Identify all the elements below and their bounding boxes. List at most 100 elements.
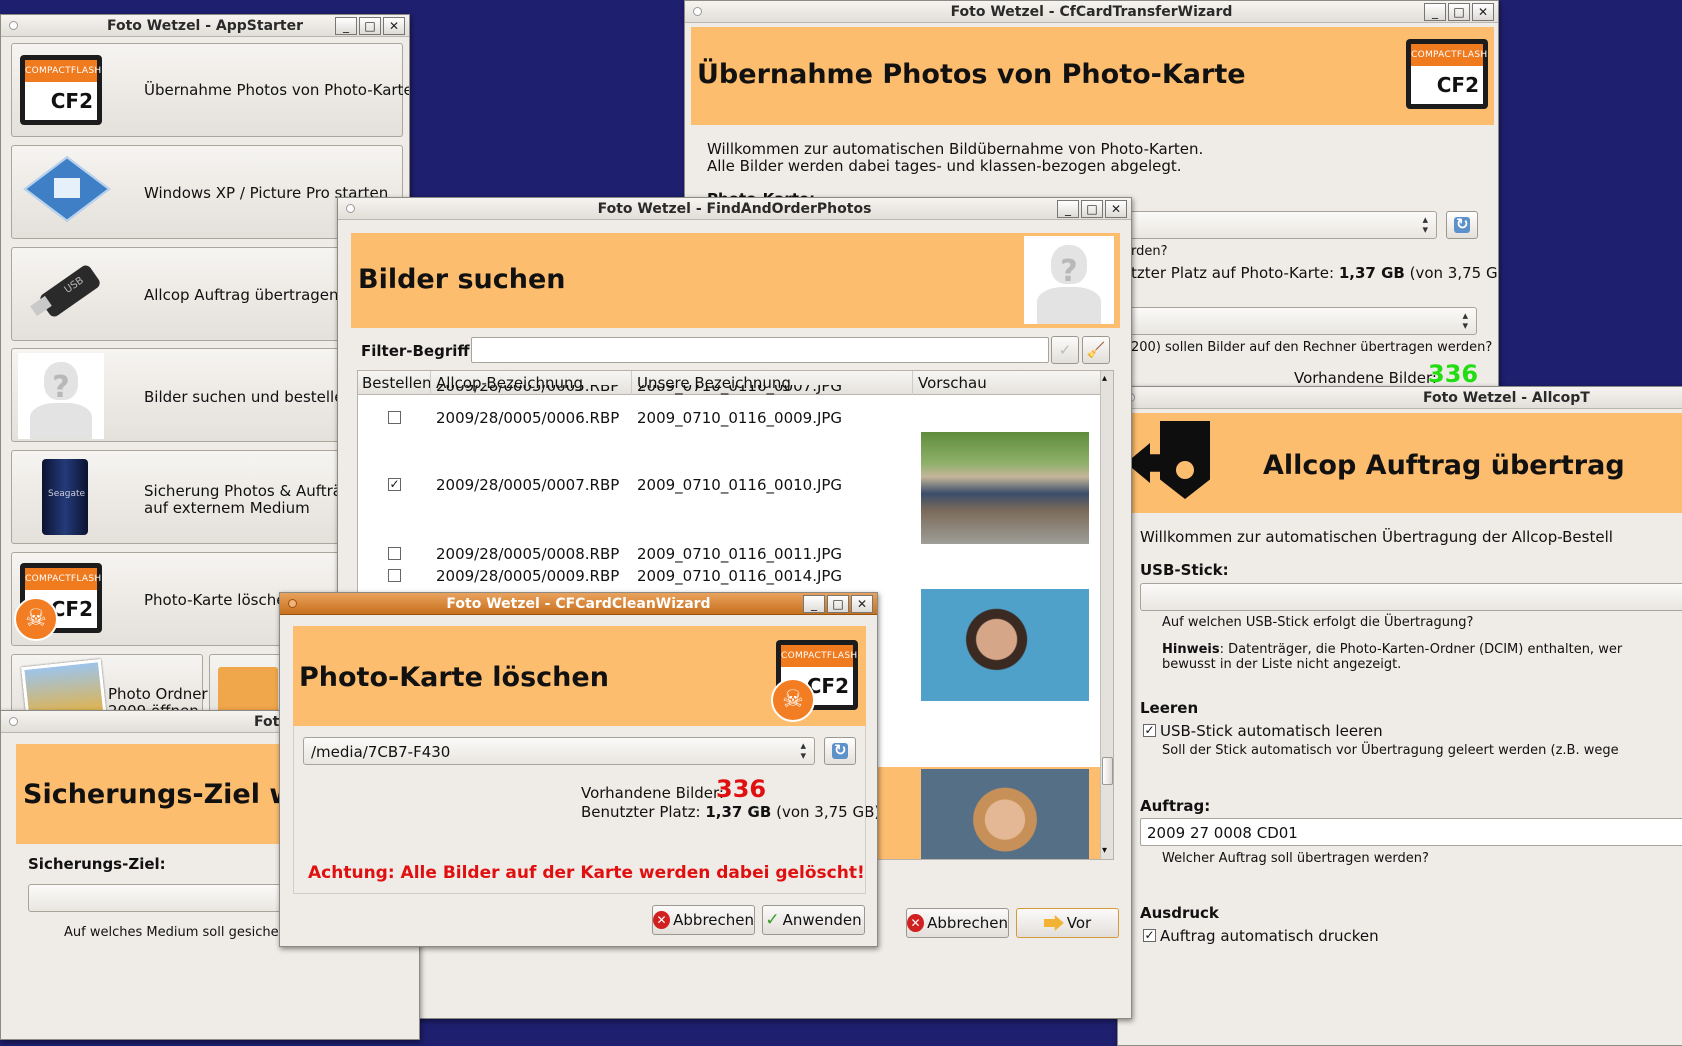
minimize-button[interactable]: _ <box>1057 200 1079 218</box>
minimize-button[interactable]: _ <box>335 17 357 35</box>
page-title: Photo-Karte löschen <box>299 662 609 693</box>
filter-label: Filter-Begriff: <box>361 342 476 360</box>
empty-checkbox-label: USB-Stick automatisch leeren <box>1160 722 1383 740</box>
usb-select[interactable] <box>1140 583 1682 611</box>
tile-label: Übernahme Photos von Photo-Karte <box>144 81 410 99</box>
content-frame <box>293 726 866 894</box>
tile-label: Photo-Karte löschen <box>144 591 295 609</box>
refresh-button[interactable]: ↻ <box>1446 211 1478 239</box>
table-scrollbar[interactable]: ▴ ▾ <box>1100 371 1113 859</box>
tile-label-line2: auf externem Medium <box>144 499 310 517</box>
order-input[interactable]: 2009 27 0008 CD01 <box>1140 818 1682 846</box>
allcop-window: Foto Wetzel - AllcopT Allcop Auftrag übe… <box>1117 386 1682 1046</box>
allcop-titlebar[interactable]: Foto Wetzel - AllcopT <box>1118 387 1682 409</box>
page-title: Sicherungs-Ziel wä <box>23 779 313 810</box>
close-button[interactable]: ✕ <box>1105 200 1127 218</box>
window-title: Foto Wetzel - CfCardTransferWizard <box>950 4 1233 20</box>
maximize-button[interactable]: □ <box>1081 200 1103 218</box>
apply-button[interactable]: ✓ Anwenden <box>762 905 865 935</box>
filter-input[interactable] <box>471 337 1049 363</box>
maximize-button[interactable]: □ <box>359 17 381 35</box>
intro-text: Willkommen zur automatischen Übertragung… <box>1140 528 1613 546</box>
tile-label: Sicherung Photos & Aufträge <box>144 482 361 500</box>
compactflash-icon: COMPACTFLASH CF2 <box>20 55 102 125</box>
transfer-titlebar[interactable]: Foto Wetzel - CfCardTransferWizard _ □ ✕ <box>685 1 1498 23</box>
usb-label: USB-Stick: <box>1140 561 1229 579</box>
cancel-icon: ✕ <box>907 914 925 932</box>
page-title: Übernahme Photos von Photo-Karte <box>697 59 1246 90</box>
target-hint: Auf welches Medium soll gesichert we <box>64 925 312 940</box>
images-label: Vorhandene Bilder: <box>1294 369 1437 387</box>
empty-checkbox[interactable]: ✓ <box>1143 724 1156 737</box>
order-checkbox[interactable] <box>388 569 401 582</box>
close-button[interactable]: ✕ <box>851 595 873 613</box>
page-title: Allcop Auftrag übertrag <box>1263 450 1625 481</box>
find-titlebar[interactable]: Foto Wetzel - FindAndOrderPhotos _ □ ✕ <box>338 198 1131 220</box>
cancel-button[interactable]: ✕ Abbrechen <box>652 905 755 935</box>
usb-stick-icon: USB <box>30 263 110 320</box>
card-hint: rden? <box>1131 244 1168 259</box>
chevron-updown-icon: ▴ ▾ <box>1422 213 1428 236</box>
folder-hint: 200) sollen Bilder auf den Rechner übert… <box>1131 340 1493 355</box>
arrow-right-icon <box>1043 915 1064 931</box>
printer-arrow-icon <box>1126 417 1214 505</box>
check-icon: ✓ <box>765 910 780 930</box>
window-title: Foto Wetzel - AllcopT <box>1423 390 1590 406</box>
order-hint: Welcher Auftrag soll übertragen werden? <box>1162 851 1429 866</box>
clean-wizard-window: Foto Wetzel - CFCardCleanWizard _ □ ✕ Ph… <box>279 592 878 947</box>
usb-note: Hinweis: Datenträger, die Photo-Karten-O… <box>1162 642 1623 657</box>
target-label: Sicherungs-Ziel: <box>28 855 166 873</box>
order-label: Auftrag: <box>1140 797 1211 815</box>
close-button[interactable]: ✕ <box>1472 3 1494 21</box>
minimize-button[interactable]: _ <box>1424 3 1446 21</box>
external-drive-icon: Seagate <box>34 459 94 539</box>
window-title: Foto Wetzel - FindAndOrderPhotos <box>597 201 872 217</box>
window-menu-icon[interactable] <box>9 717 18 726</box>
clean-titlebar[interactable]: Foto Wetzel - CFCardCleanWizard _ □ ✕ <box>280 593 877 615</box>
print-checkbox-label: Auftrag automatisch drucken <box>1160 927 1379 945</box>
scrollbar-thumb[interactable] <box>1102 757 1113 785</box>
cancel-icon: ✕ <box>653 911 671 929</box>
table-row[interactable]: 2009/28/0005/0009.RBP 2009_0710_0116_001… <box>358 565 1100 587</box>
folder-select[interactable]: ▴ ▾ <box>1125 307 1477 335</box>
skull-icon: ☠ <box>771 678 815 722</box>
appstarter-titlebar[interactable]: Foto Wetzel - AppStarter _ □ ✕ <box>1 15 409 37</box>
tile-label: Allcop Auftrag übertragen <box>144 286 339 304</box>
page-title: Bilder suchen <box>358 264 566 295</box>
maximize-button[interactable]: □ <box>1448 3 1470 21</box>
window-title: Foto Wetzel - CFCardCleanWizard <box>446 596 711 612</box>
skull-icon: ☠ <box>14 597 58 641</box>
virtualbox-icon <box>23 156 111 230</box>
clean-banner: Photo-Karte löschen COMPACTFLASH CF2 ☠ <box>293 626 866 726</box>
intro-text: Willkommen zur automatischen Bildübernah… <box>707 140 1204 158</box>
tile-transfer-photos[interactable]: COMPACTFLASH CF2 Übernahme Photos von Ph… <box>11 43 409 137</box>
table-row[interactable]: 2009/28/0005/0008.RBP 2009_0710_0116_001… <box>358 543 1100 565</box>
usb-hint: Auf welchen USB-Stick erfolgt die Übertr… <box>1162 615 1474 630</box>
table-row[interactable]: 2009/28/0005/0006.RBP 2009_0710_0116_000… <box>358 407 1100 429</box>
empty-hint: Soll der Stick automatisch vor Übertragu… <box>1162 743 1619 758</box>
order-checkbox[interactable]: ✓ <box>388 478 401 491</box>
order-checkbox[interactable] <box>388 411 401 424</box>
cancel-button[interactable]: ✕ Abbrechen <box>906 908 1009 938</box>
chevron-updown-icon: ▴ ▾ <box>1462 309 1468 332</box>
minimize-button[interactable]: _ <box>803 595 825 613</box>
images-count: 336 <box>1428 360 1479 388</box>
unknown-person-icon: ? <box>18 353 104 439</box>
close-button[interactable]: ✕ <box>383 17 405 35</box>
card-select[interactable]: ▴ ▾ <box>1125 211 1437 239</box>
preview-image-portrait-girl <box>921 769 1089 859</box>
order-checkbox[interactable] <box>388 547 401 560</box>
check-icon: ✓ <box>1058 341 1072 359</box>
compactflash-icon: COMPACTFLASH CF2 <box>1406 39 1488 109</box>
empty-heading: Leeren <box>1140 699 1199 717</box>
table-row-partial: 2009/28/0005/0005.RBP 2009_0710_0116_000… <box>436 385 843 395</box>
maximize-button[interactable]: □ <box>827 595 849 613</box>
print-checkbox[interactable]: ✓ <box>1143 929 1156 942</box>
unknown-person-icon: ? <box>1024 236 1114 324</box>
clear-filter-button[interactable]: 🧹 <box>1082 336 1110 364</box>
next-button[interactable]: Vor <box>1016 908 1119 938</box>
table-row[interactable]: ✓ 2009/28/0005/0007.RBP 2009_0710_0116_0… <box>358 429 1100 549</box>
intro-text-2: Alle Bilder werden dabei tages- und klas… <box>707 157 1182 175</box>
apply-filter-button[interactable]: ✓ <box>1051 336 1079 364</box>
transfer-banner: Übernahme Photos von Photo-Karte COMPACT… <box>691 27 1494 125</box>
